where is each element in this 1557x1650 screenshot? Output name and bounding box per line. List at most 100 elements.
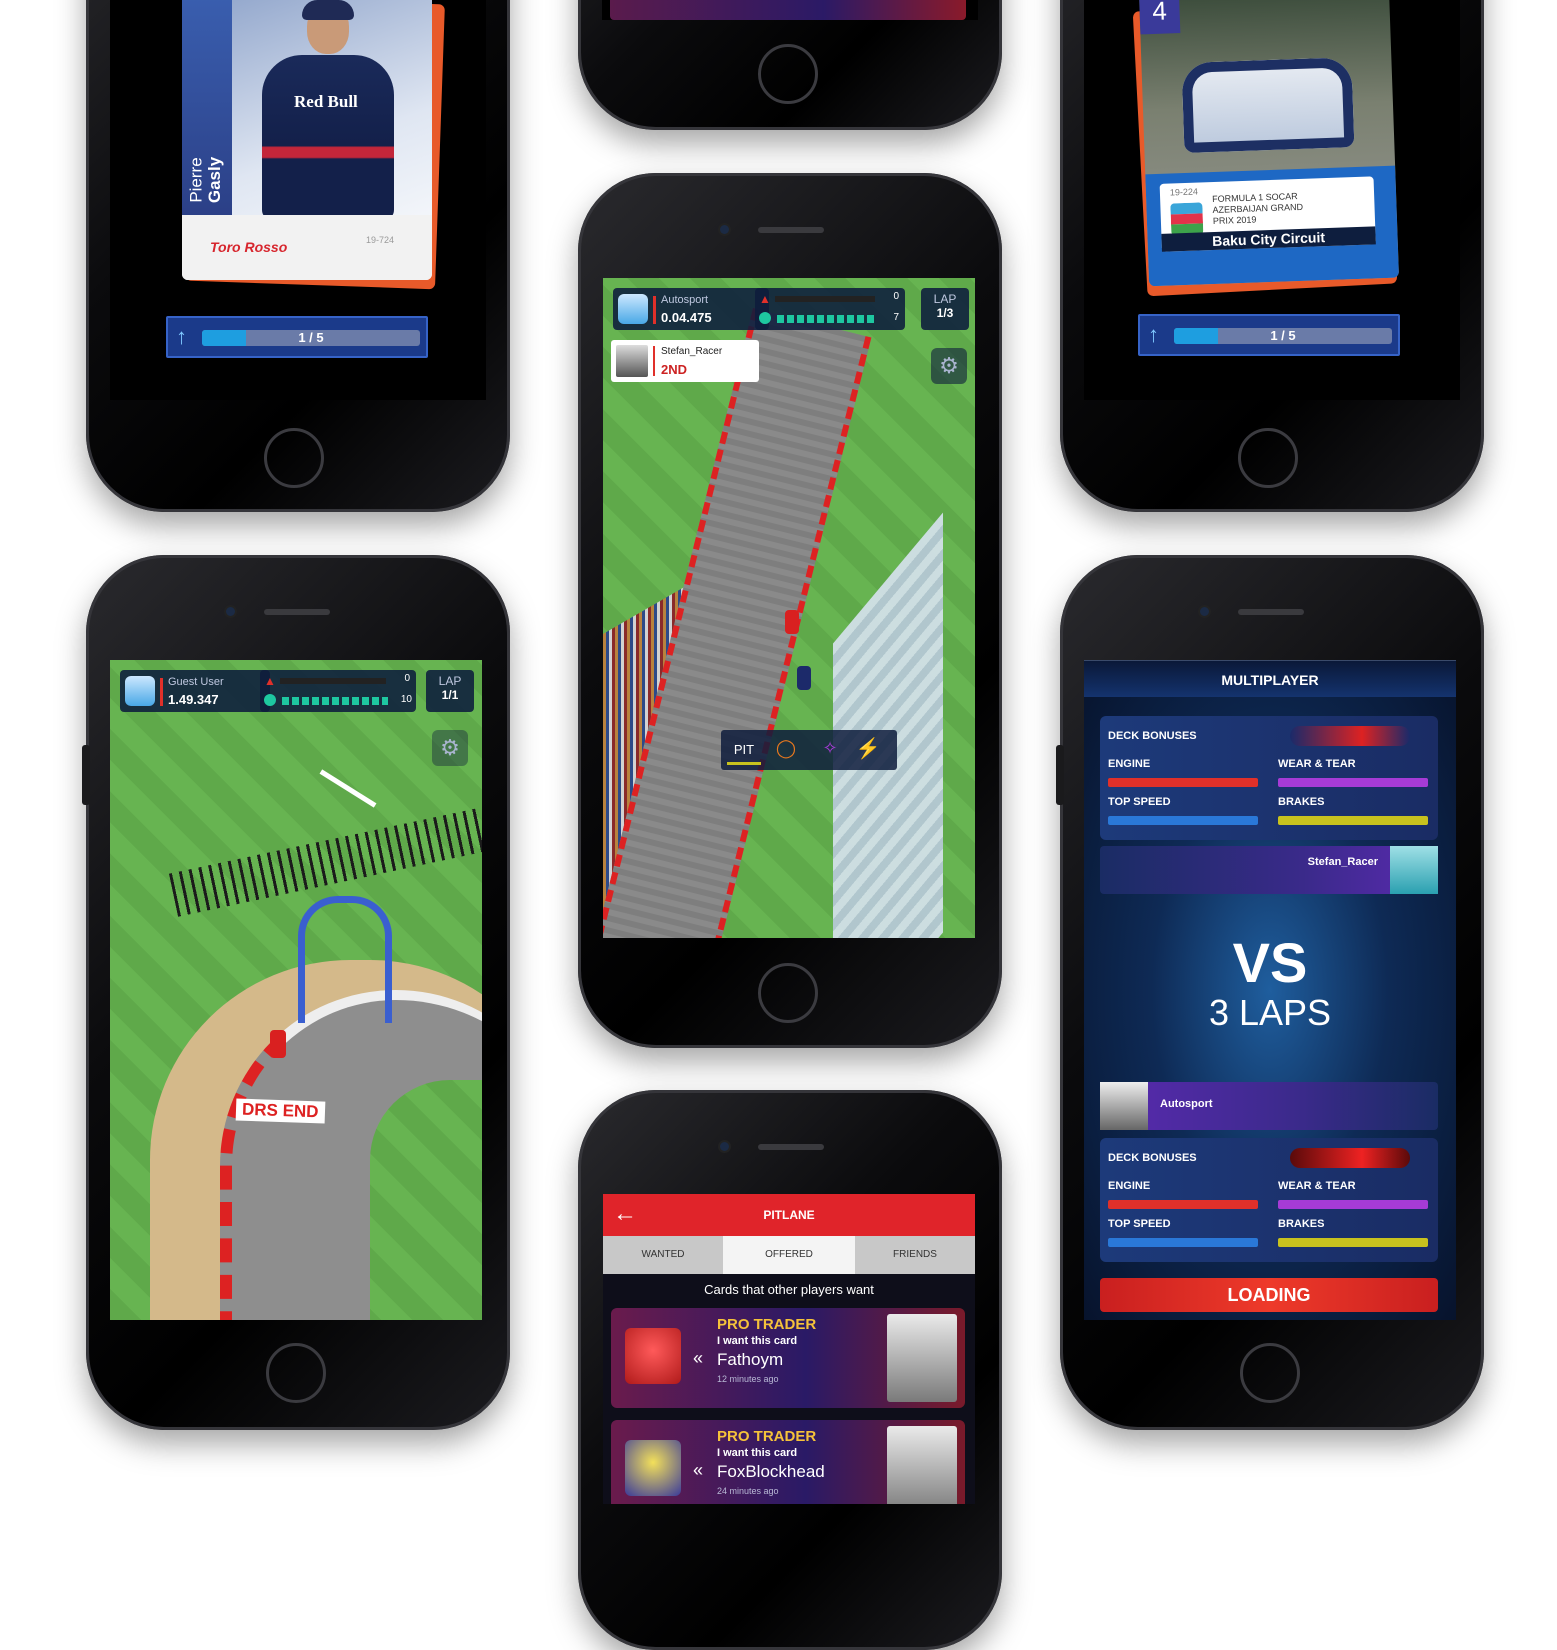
brakes-bar xyxy=(1278,816,1428,825)
screen: Red Bull Pierre Gasly Toro Rosso 19-724 … xyxy=(110,0,486,400)
tab-friends[interactable]: FRIENDS xyxy=(855,1236,975,1274)
progress-text: 1 / 5 xyxy=(298,330,324,345)
top-speed-bar xyxy=(1108,1238,1258,1247)
phone-multiplayer: MULTIPLAYER DECK BONUSES ENGINE WEAR & T… xyxy=(1056,555,1484,1430)
circuit-card[interactable]: 4 19-224 FORMULA 1 SOCAR AZERBAIJAN GRAN… xyxy=(1138,0,1400,287)
pitlane-subtitle: Cards that other players want xyxy=(704,1282,874,1297)
warning-icon: ▲ xyxy=(759,292,771,306)
settings-icon[interactable]: ⚙ xyxy=(432,730,468,766)
trade-item[interactable]: PRO TRADER I want this card « Fathoym 12… xyxy=(611,1308,965,1408)
arrow-up-icon: ↑ xyxy=(176,324,187,349)
lap-time: 1.49.347 xyxy=(168,692,219,707)
race-car-photo xyxy=(1181,57,1355,153)
race-name-2: AZERBAIJAN GRAND xyxy=(1212,201,1304,216)
home-button[interactable] xyxy=(264,428,324,488)
trade-request: I want this card xyxy=(717,1447,798,1459)
card-number: 19-224 xyxy=(1169,186,1199,198)
home-button[interactable] xyxy=(1238,428,1298,488)
ers-icon[interactable]: ✧ xyxy=(817,738,843,760)
race-info: 19-224 FORMULA 1 SOCAR AZERBAIJAN GRAND … xyxy=(1159,176,1376,252)
wear-bar xyxy=(1278,1200,1428,1209)
deck-heading: DECK BONUSES xyxy=(1108,1152,1197,1164)
lap-counter: LAP 1/3 xyxy=(921,288,969,330)
home-button[interactable] xyxy=(758,963,818,1023)
drs-arch xyxy=(298,896,392,1023)
vs-text: VS xyxy=(1232,931,1308,994)
trader-badge: PRO TRADER xyxy=(717,1316,817,1333)
front-camera xyxy=(720,225,729,234)
trade-item[interactable]: PRO TRADER I want this card « FoxBlockhe… xyxy=(611,1420,965,1504)
tab-bar: WANTED OFFERED FRIENDS xyxy=(603,1236,975,1274)
driver-photo: Red Bull xyxy=(252,0,402,220)
driver-name: Pierre Gasly xyxy=(186,140,246,220)
trade-user: FoxBlockhead xyxy=(717,1462,825,1481)
boost-lightning-icon[interactable]: ⚡ xyxy=(855,736,881,760)
top-speed-label: TOP SPEED xyxy=(1108,796,1171,808)
card-thumbnail xyxy=(887,1314,957,1402)
phone-race-corner: DRS END Guest User 1.49.347 ▲ 0 10 LAP 1… xyxy=(82,555,510,1430)
upgrade-progress: ↑ 1 / 5 xyxy=(166,316,428,358)
card-index: 4 xyxy=(1151,0,1168,26)
driver-card[interactable]: Red Bull Pierre Gasly Toro Rosso 19-724 xyxy=(182,0,432,280)
lap-time: 0.04.475 xyxy=(661,310,712,325)
brakes-bar xyxy=(1278,1238,1428,1247)
multiplayer-screen: MULTIPLAYER DECK BONUSES ENGINE WEAR & T… xyxy=(1084,660,1456,1320)
home-button[interactable] xyxy=(1240,1343,1300,1403)
phone-pitlane: ← PITLANE WANTED OFFERED FRIENDS Cards t… xyxy=(578,1090,1002,1650)
speaker xyxy=(758,1144,824,1150)
engine-label: ENGINE xyxy=(1108,758,1151,770)
opponent-deck: DECK BONUSES ENGINE WEAR & TEAR TOP SPEE… xyxy=(1100,716,1438,840)
trade-request: I want this card xyxy=(717,1335,798,1347)
action-bar: PIT ◯ ✧ ⚡ xyxy=(721,730,897,770)
side-button xyxy=(1056,745,1064,805)
driver-last-name: Gasly xyxy=(205,156,225,204)
phone-race-straight: Autosport 0.04.475 ▲ 0 7 LAP 1/3 ⚙ Stefa… xyxy=(578,173,1002,1048)
boost-icon xyxy=(759,312,771,324)
lap-value: 1/1 xyxy=(441,688,459,702)
double-chevron-icon: « xyxy=(693,1460,704,1480)
player-avatar xyxy=(1100,1082,1148,1130)
tab-wanted[interactable]: WANTED xyxy=(603,1236,723,1274)
speaker xyxy=(264,609,330,615)
warning-icon: ▲ xyxy=(264,674,276,688)
player-banner: Autosport xyxy=(1100,1082,1438,1130)
pitlane-screen: ← PITLANE WANTED OFFERED FRIENDS Cards t… xyxy=(603,1194,975,1504)
speaker xyxy=(1238,609,1304,615)
top-speed-label: TOP SPEED xyxy=(1108,1218,1171,1230)
track-marking xyxy=(319,769,377,808)
player-deck: DECK BONUSES ENGINE WEAR & TEAR TOP SPEE… xyxy=(1100,1138,1438,1262)
phone-card-gasly: Red Bull Pierre Gasly Toro Rosso 19-724 … xyxy=(86,0,510,512)
opponent-banner: Stefan_Racer xyxy=(1100,846,1438,894)
race-car-red xyxy=(785,610,799,634)
player-hud: Guest User 1.49.347 xyxy=(120,670,270,712)
brakes-label: BRAKES xyxy=(1278,796,1325,808)
race-car-blue xyxy=(797,666,811,690)
settings-icon[interactable]: ⚙ xyxy=(931,348,967,384)
opponent-position: 2ND xyxy=(661,362,688,377)
sponsor-label: Red Bull xyxy=(294,92,358,111)
player-name: Autosport xyxy=(661,294,709,306)
trade-card-remnant xyxy=(610,0,966,20)
pit-button[interactable]: PIT xyxy=(727,738,761,765)
player-avatar xyxy=(125,676,155,706)
car-image xyxy=(1290,1148,1410,1168)
pit-building xyxy=(833,512,943,938)
tyre-icon[interactable]: ◯ xyxy=(773,738,799,760)
card-number-badge: 4 xyxy=(1138,0,1181,35)
warning-bar xyxy=(775,296,875,302)
laps-text: 3 LAPS xyxy=(1208,992,1332,1033)
race-car-red xyxy=(270,1030,286,1058)
opponent-avatar xyxy=(616,345,648,377)
card-footer: Toro Rosso 19-724 xyxy=(182,215,432,280)
home-button[interactable] xyxy=(758,44,818,104)
progress-text: 1 / 5 xyxy=(1270,328,1296,343)
screen xyxy=(602,0,978,20)
side-button xyxy=(82,745,90,805)
home-button[interactable] xyxy=(266,1343,326,1403)
front-camera xyxy=(720,1142,729,1151)
trade-user: Fathoym xyxy=(717,1350,784,1369)
loading-button[interactable]: LOADING xyxy=(1100,1278,1438,1312)
card-thumbnail xyxy=(887,1426,957,1504)
tab-offered[interactable]: OFFERED xyxy=(723,1236,855,1274)
top-speed-bar xyxy=(1108,816,1258,825)
